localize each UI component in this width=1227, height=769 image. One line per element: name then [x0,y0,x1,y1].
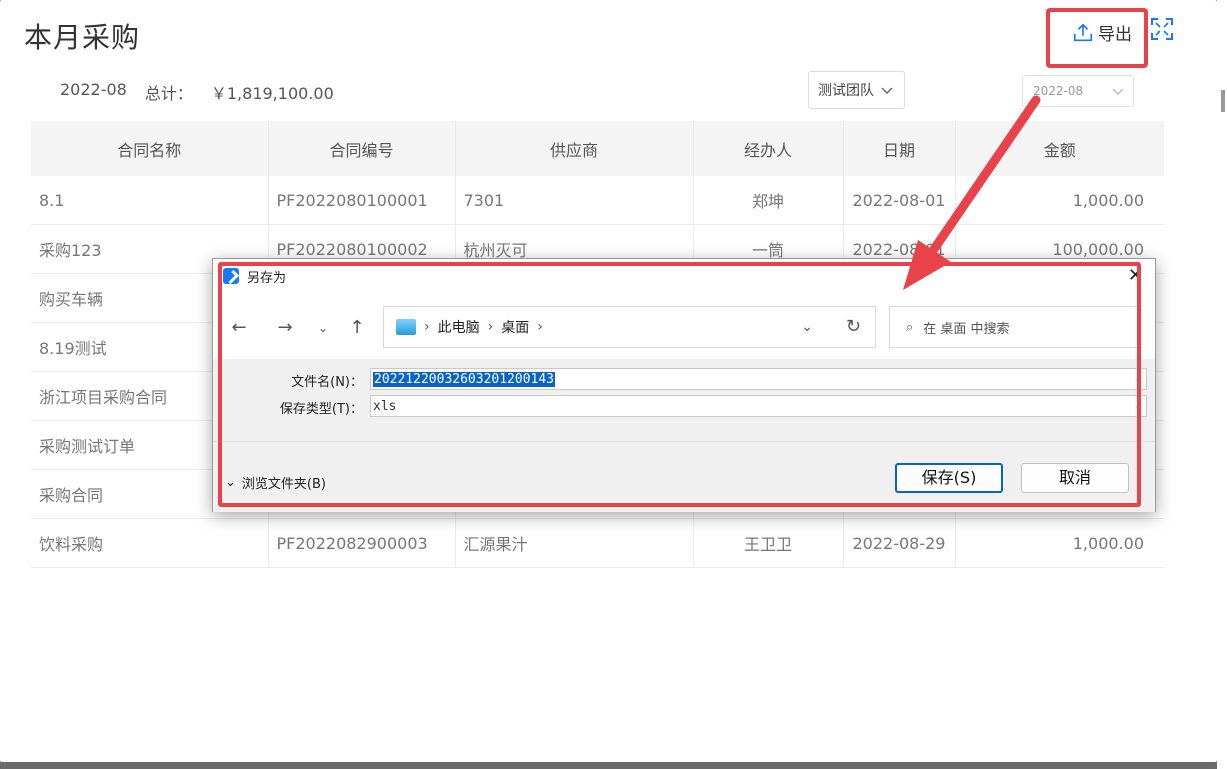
header-amount[interactable]: 金额 [955,121,1164,176]
cell-contract-no: PF2022080100001 [268,176,456,225]
chevron-down-icon: ⌄ [225,475,236,490]
cell-contract-name: 饮料采购 [31,518,269,568]
cell-handler: 郑坤 [693,176,844,225]
team-select[interactable]: 测试团队 [808,71,905,109]
filename-field[interactable]: 20221220032603201200143 ⌄ [370,368,1147,390]
cell-amount: 1,000.00 [955,518,1164,568]
chevron-down-icon[interactable]: ⌄ [1135,399,1142,412]
cell-contract-no: PF2022082900003 [268,518,456,568]
computer-icon [396,319,416,335]
month-picker[interactable]: 2022-08 [1022,75,1134,107]
summary-total-label: 总计： [144,84,193,103]
filetype-select[interactable]: xls ⌄ [370,395,1147,417]
page-title: 本月采购 [24,21,141,54]
team-select-value: 测试团队 [818,83,874,99]
recent-locations-icon[interactable]: ⌄ [313,318,333,338]
table-row[interactable]: 8.1 PF2022080100001 7301 郑坤 2022-08-01 1… [31,176,1164,225]
export-button-highlight[interactable]: 导出 [1046,8,1148,68]
browse-label: 浏览文件夹(B) [241,477,326,492]
dialog-title: 另存为 [247,271,287,286]
browse-folders-toggle[interactable]: ⌄ 浏览文件夹(B) [225,473,326,492]
refresh-icon[interactable]: ↻ [846,316,861,337]
cell-date: 2022-08-29 [843,518,956,568]
header-supplier[interactable]: 供应商 [455,121,694,176]
chevron-down-icon [881,87,893,94]
cell-contract-name: 8.1 [31,176,269,225]
export-label: 导出 [1098,25,1132,45]
header-contract-no[interactable]: 合同编号 [268,121,456,176]
chevron-down-icon[interactable]: ⌄ [1135,372,1142,385]
address-bar[interactable]: › 此电脑 › 桌面 › ⌄ ↻ [383,306,876,348]
summary-bar: 2022-08 总计： ￥1,819,100.00 [60,80,334,104]
breadcrumb-desktop[interactable]: 桌面 [501,317,529,337]
chevron-down-icon [1112,88,1124,95]
filetype-value: xls [373,398,397,414]
breadcrumb-separator-icon: › [487,319,494,335]
table-header-row: 合同名称 合同编号 供应商 经办人 日期 金额 [31,121,1164,176]
breadcrumb-this-pc[interactable]: 此电脑 [438,317,480,337]
cancel-button[interactable]: 取消 [1021,463,1129,493]
export-button[interactable]: 导出 [1072,20,1132,45]
breadcrumb-separator-icon: › [537,319,543,335]
save-button[interactable]: 保存(S) [895,463,1003,493]
cell-supplier: 汇源果汁 [455,518,694,568]
chevron-down-icon[interactable]: ⌄ [801,319,813,335]
dialog-form: 文件名(N)： 20221220032603201200143 ⌄ 保存类型(T… [213,359,1155,441]
back-arrow-icon[interactable]: ← [229,318,249,338]
header-handler[interactable]: 经办人 [693,121,844,176]
up-arrow-icon[interactable]: ↑ [347,318,367,338]
header-date[interactable]: 日期 [843,121,956,176]
dialog-footer: ⌄ 浏览文件夹(B) 保存(S) 取消 [213,441,1155,512]
dialog-navbar: ← → ⌄ ↑ › 此电脑 › 桌面 › ⌄ ↻ ⌕ 在 桌面 中搜索 [213,293,1155,359]
filetype-label: 保存类型(T)： [279,402,363,417]
cell-amount: 1,000.00 [955,176,1164,225]
save-as-dialog: 另存为 ✕ ← → ⌄ ↑ › 此电脑 › 桌面 › ⌄ ↻ ⌕ 在 桌面 中搜… [212,258,1156,512]
outer-scrollbar-track [1217,0,1227,769]
filename-label: 文件名(N)： [291,375,363,390]
filename-value: 20221220032603201200143 [373,371,556,387]
summary-month: 2022-08 [60,80,127,99]
cell-supplier: 7301 [455,176,694,225]
cell-date: 2022-08-01 [843,176,956,225]
header-contract-name[interactable]: 合同名称 [31,121,269,176]
search-placeholder: 在 桌面 中搜索 [923,321,1010,337]
forward-arrow-icon[interactable]: → [275,318,295,338]
dialog-titlebar[interactable]: 另存为 ✕ [213,259,1155,293]
summary-total-value: ￥1,819,100.00 [210,84,334,103]
upload-icon [1073,23,1093,41]
table-row[interactable]: 饮料采购 PF2022082900003 汇源果汁 王卫卫 2022-08-29… [31,518,1164,568]
outer-scrollbar-thumb[interactable] [1221,90,1225,112]
breadcrumb-separator-icon: › [424,319,430,335]
search-icon: ⌕ [906,319,914,335]
close-icon[interactable]: ✕ [1128,265,1143,286]
cell-handler: 王卫卫 [693,518,844,568]
fullscreen-icon[interactable] [1150,17,1174,41]
app-icon [223,268,239,284]
month-picker-value: 2022-08 [1033,84,1084,98]
search-box[interactable]: ⌕ 在 桌面 中搜索 [889,306,1141,348]
